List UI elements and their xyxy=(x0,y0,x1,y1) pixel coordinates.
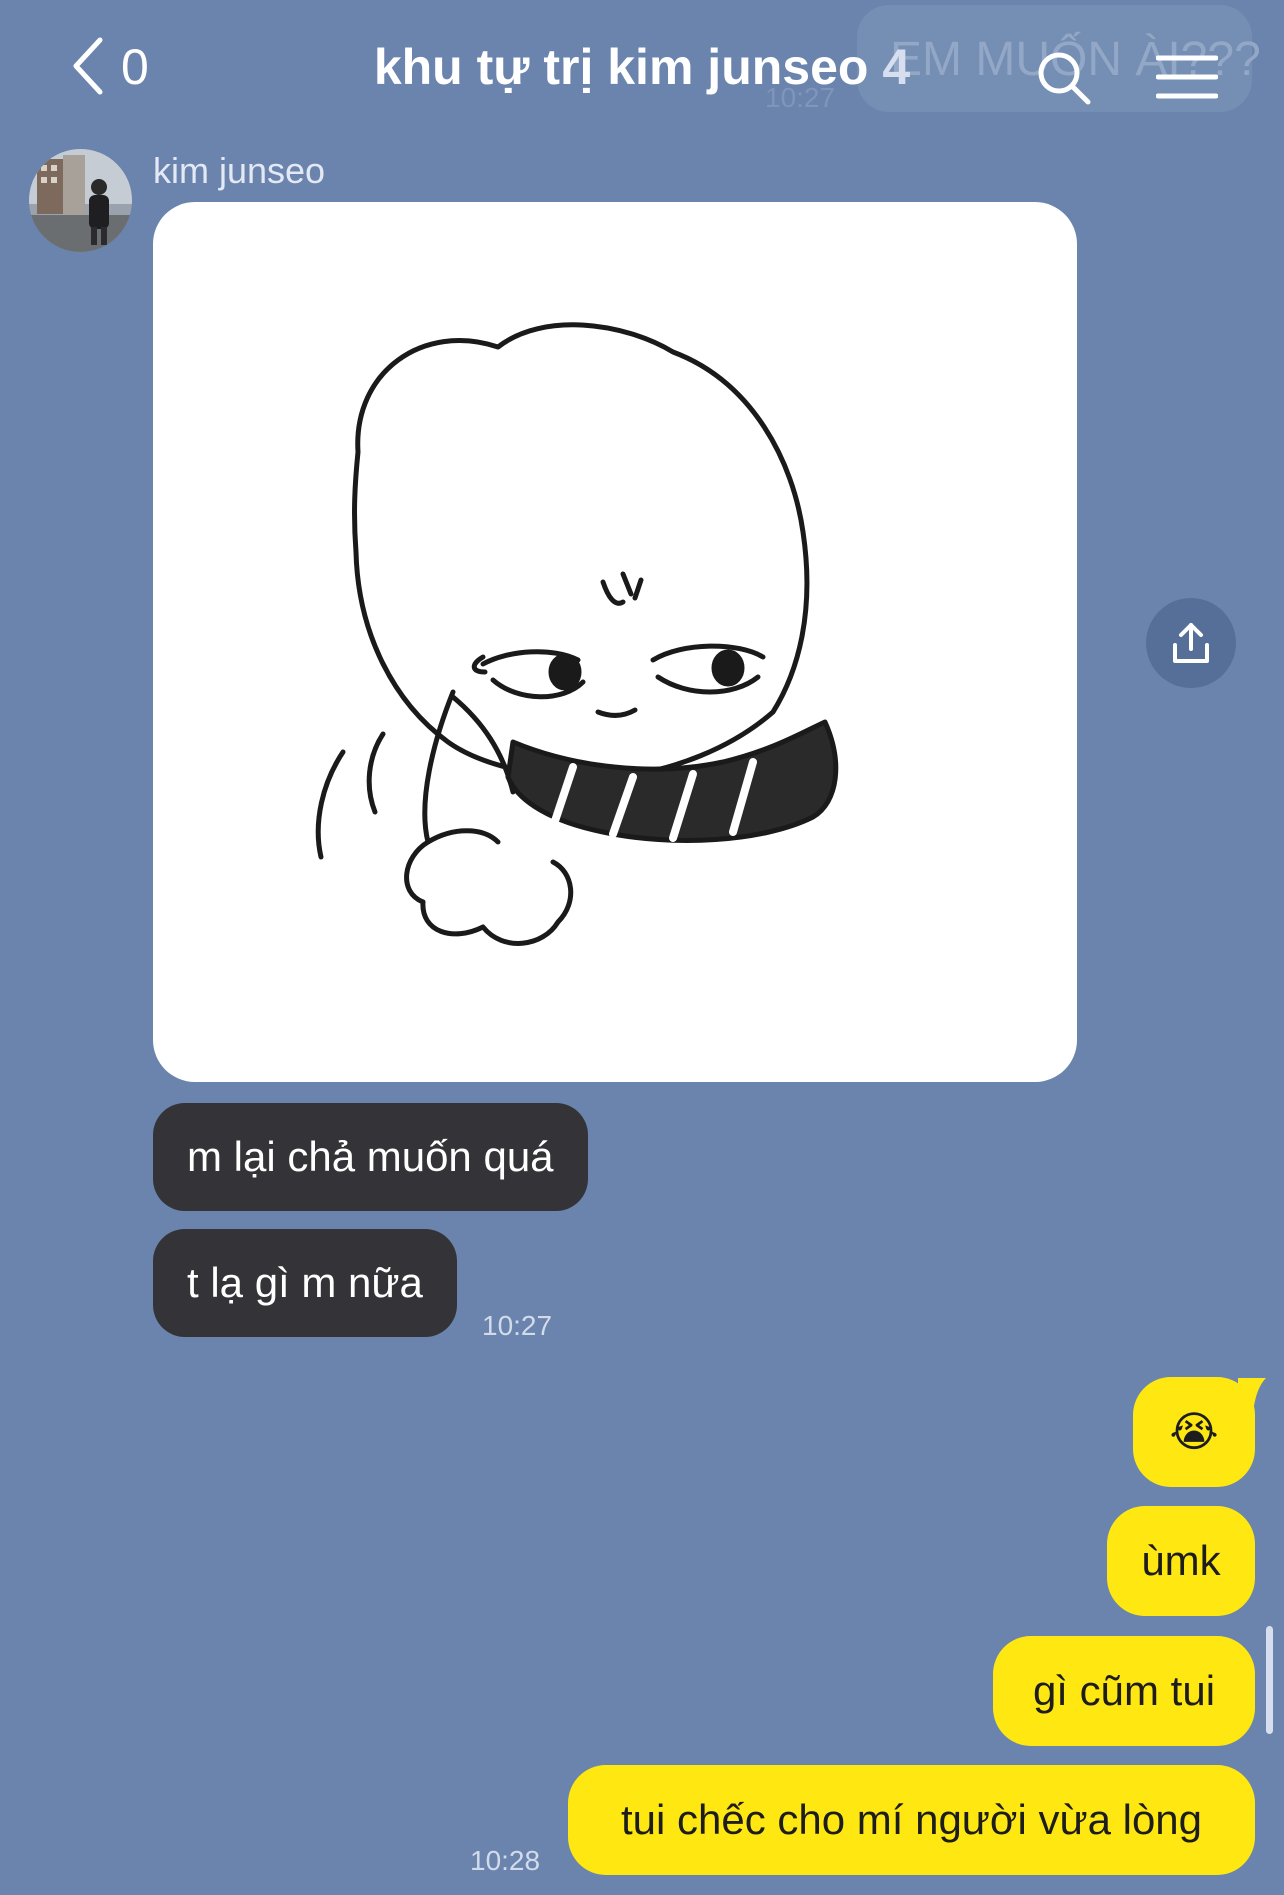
message-text: t lạ gì m nữa xyxy=(187,1259,423,1306)
hamburger-menu-icon[interactable] xyxy=(1156,54,1218,100)
sticker-image-message[interactable] xyxy=(153,202,1077,1082)
message-text: ùmk xyxy=(1141,1537,1221,1584)
sender-name: kim junseo xyxy=(153,150,326,191)
outgoing-message[interactable]: 😭 xyxy=(1133,1377,1255,1487)
search-icon[interactable] xyxy=(1036,50,1092,106)
outgoing-message[interactable]: tui chếc cho mí người vừa lòng xyxy=(568,1765,1255,1875)
sender-avatar[interactable] xyxy=(29,149,132,252)
message-text: m lại chả muốn quá xyxy=(187,1133,554,1180)
avatar-photo xyxy=(29,149,132,252)
outgoing-message[interactable]: ùmk xyxy=(1107,1506,1255,1616)
sticker-drawing xyxy=(315,322,839,946)
incoming-timestamp: 10:27 xyxy=(482,1310,553,1341)
message-text: tui chếc cho mí người vừa lòng xyxy=(620,1796,1203,1843)
share-button[interactable] xyxy=(1146,598,1236,688)
incoming-message[interactable]: t lạ gì m nữa xyxy=(153,1229,457,1337)
chat-title-text: khu tự trị kim junseo xyxy=(373,39,869,95)
member-count: 4 xyxy=(882,39,911,95)
incoming-message[interactable]: m lại chả muốn quá xyxy=(153,1103,588,1211)
outgoing-timestamp: 10:28 xyxy=(470,1845,541,1876)
message-text: gì cũm tui xyxy=(1032,1667,1216,1714)
outgoing-message[interactable]: gì cũm tui xyxy=(993,1636,1255,1746)
share-icon xyxy=(1173,623,1209,663)
message-text: 😭 xyxy=(1169,1408,1219,1455)
scrollbar[interactable] xyxy=(1266,1626,1273,1734)
bubble-tail xyxy=(1238,1378,1266,1406)
